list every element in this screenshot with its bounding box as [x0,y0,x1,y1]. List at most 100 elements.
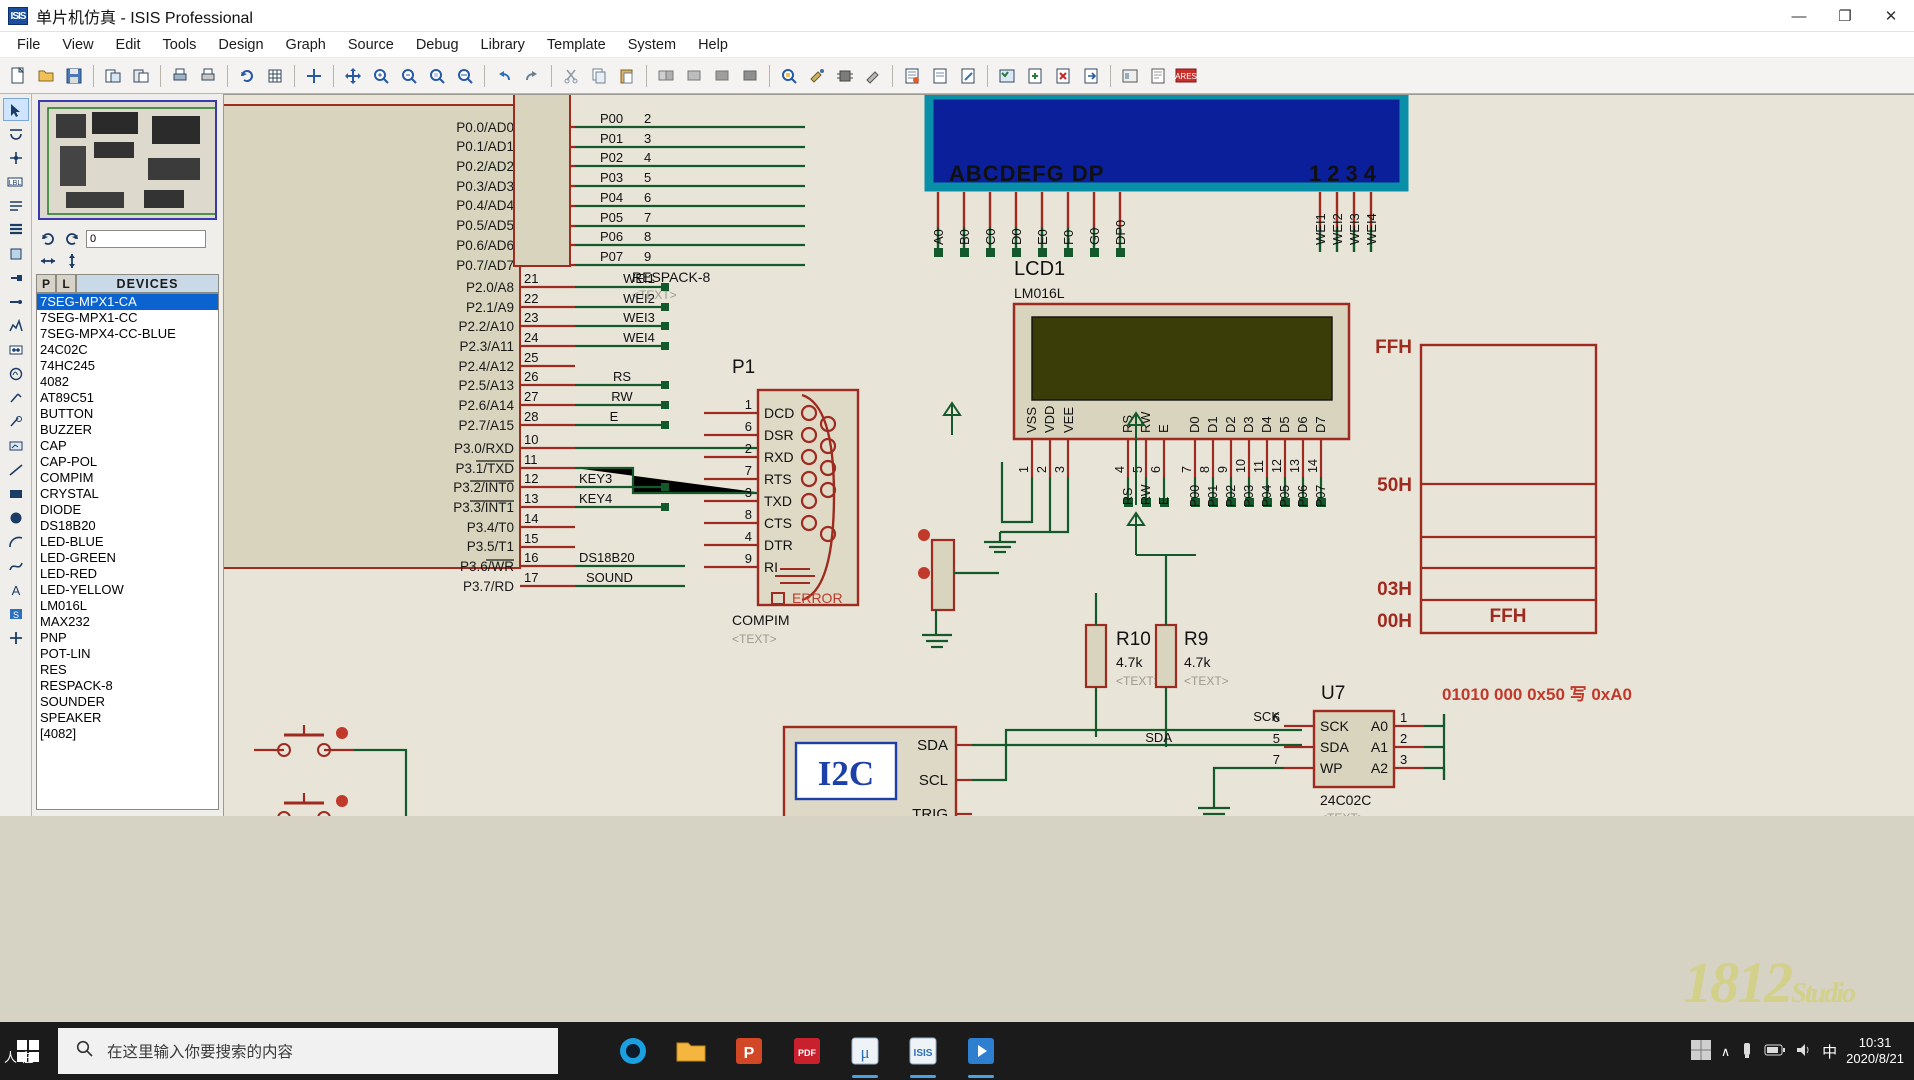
decompose-icon[interactable] [860,63,886,89]
new-file-icon[interactable] [5,63,31,89]
text-tool-icon[interactable]: A [3,578,29,601]
maximize-button[interactable]: ❐ [1822,0,1868,32]
ime-language-indicator[interactable]: 中 [1822,1041,1837,1062]
powerpoint-icon[interactable]: P [720,1022,778,1080]
device-pin-icon[interactable] [3,290,29,313]
device-item-6[interactable]: AT89C51 [37,390,218,406]
voltage-probe-icon[interactable] [3,386,29,409]
pdf-reader-icon[interactable]: PDF [778,1022,836,1080]
undo-icon[interactable] [491,63,517,89]
device-item-22[interactable]: POT-LIN [37,646,218,662]
design-explorer-icon[interactable] [1117,63,1143,89]
menu-debug[interactable]: Debug [405,34,470,56]
rotation-input[interactable]: 0 [86,230,206,248]
device-item-7[interactable]: BUTTON [37,406,218,422]
device-item-21[interactable]: PNP [37,630,218,646]
device-item-9[interactable]: CAP [37,438,218,454]
zoom-in-icon[interactable] [368,63,394,89]
current-probe-icon[interactable] [3,410,29,433]
menu-file[interactable]: File [6,34,51,56]
buses-icon[interactable] [3,218,29,241]
device-item-10[interactable]: CAP-POL [37,454,218,470]
menu-system[interactable]: System [617,34,687,56]
wire-label-icon[interactable]: LBL [3,170,29,193]
make-device-icon[interactable] [804,63,830,89]
device-item-11[interactable]: COMPIM [37,470,218,486]
rotate-ccw-icon[interactable] [38,229,58,249]
isis-window-icon[interactable]: ISIS [894,1022,952,1080]
rotate-cw-icon[interactable] [62,229,82,249]
device-item-4[interactable]: 74HC245 [37,358,218,374]
path-tool-icon[interactable] [3,554,29,577]
cortana-icon[interactable] [604,1022,662,1080]
menu-help[interactable]: Help [687,34,739,56]
schematic-canvas[interactable]: P0.0/AD0 P0.1/AD1 P0.2/AD2 P0.3/AD3 P0.4… [224,94,1914,816]
import-icon[interactable] [100,63,126,89]
block-copy-icon[interactable] [653,63,679,89]
usb-icon[interactable] [1739,1041,1755,1062]
symbol-tool-icon[interactable]: S [3,602,29,625]
menu-source[interactable]: Source [337,34,405,56]
menu-design[interactable]: Design [207,34,274,56]
junction-dot-icon[interactable] [3,146,29,169]
minimize-button[interactable]: — [1776,0,1822,32]
device-item-23[interactable]: RES [37,662,218,678]
menu-library[interactable]: Library [470,34,536,56]
virtual-instrument-icon[interactable] [3,434,29,457]
bill-materials-icon[interactable] [994,63,1020,89]
zoom-all-icon[interactable] [452,63,478,89]
zoom-area-icon[interactable] [424,63,450,89]
device-item-26[interactable]: SPEAKER [37,710,218,726]
open-folder-icon[interactable] [33,63,59,89]
circle-tool-icon[interactable] [3,506,29,529]
device-item-8[interactable]: BUZZER [37,422,218,438]
subcircuit-icon[interactable] [3,242,29,265]
close-button[interactable]: ✕ [1868,0,1914,32]
device-item-19[interactable]: LM016L [37,598,218,614]
marker-tool-icon[interactable] [3,626,29,649]
menu-view[interactable]: View [51,34,104,56]
save-icon[interactable] [61,63,87,89]
origin-icon[interactable] [301,63,327,89]
menu-graph[interactable]: Graph [275,34,337,56]
menu-template[interactable]: Template [536,34,617,56]
packaging-tool-icon[interactable] [832,63,858,89]
devices-col-p[interactable]: P [36,274,56,293]
device-item-15[interactable]: LED-BLUE [37,534,218,550]
ime-grid-icon[interactable] [1690,1039,1712,1064]
annotate-icon[interactable] [955,63,981,89]
graph-mode-icon[interactable] [3,314,29,337]
device-item-13[interactable]: DIODE [37,502,218,518]
battery-icon[interactable] [1764,1043,1786,1060]
grid-icon[interactable] [262,63,288,89]
tape-recorder-icon[interactable] [3,338,29,361]
redo-icon[interactable] [519,63,545,89]
refresh-view-icon[interactable] [234,63,260,89]
copy-icon[interactable] [586,63,612,89]
device-item-16[interactable]: LED-GREEN [37,550,218,566]
device-item-0[interactable]: 7SEG-MPX1-CA [37,294,218,310]
terminals-mode-icon[interactable] [3,266,29,289]
device-item-1[interactable]: 7SEG-MPX1-CC [37,310,218,326]
devices-list[interactable]: 7SEG-MPX1-CA 7SEG-MPX1-CC 7SEG-MPX4-CC-B… [36,293,219,810]
mirror-x-icon[interactable] [38,251,58,271]
export-icon[interactable] [128,63,154,89]
cut-icon[interactable] [558,63,584,89]
device-item-24[interactable]: RESPACK-8 [37,678,218,694]
zoom-out-icon[interactable] [396,63,422,89]
device-item-20[interactable]: MAX232 [37,614,218,630]
device-item-5[interactable]: 4082 [37,374,218,390]
file-explorer-icon[interactable] [662,1022,720,1080]
proteus-isis-icon[interactable]: μ [836,1022,894,1080]
generator-icon[interactable] [3,362,29,385]
devices-col-l[interactable]: L [56,274,76,293]
netlist-icon[interactable] [899,63,925,89]
taskbar-clock[interactable]: 10:31 2020/8/21 [1846,1035,1904,1067]
device-item-17[interactable]: LED-RED [37,566,218,582]
device-item-2[interactable]: 7SEG-MPX4-CC-BLUE [37,326,218,342]
box-tool-icon[interactable] [3,482,29,505]
exit-sheet-icon[interactable] [1078,63,1104,89]
device-item-12[interactable]: CRYSTAL [37,486,218,502]
component-mode-icon[interactable] [3,122,29,145]
device-item-3[interactable]: 24C02C [37,342,218,358]
